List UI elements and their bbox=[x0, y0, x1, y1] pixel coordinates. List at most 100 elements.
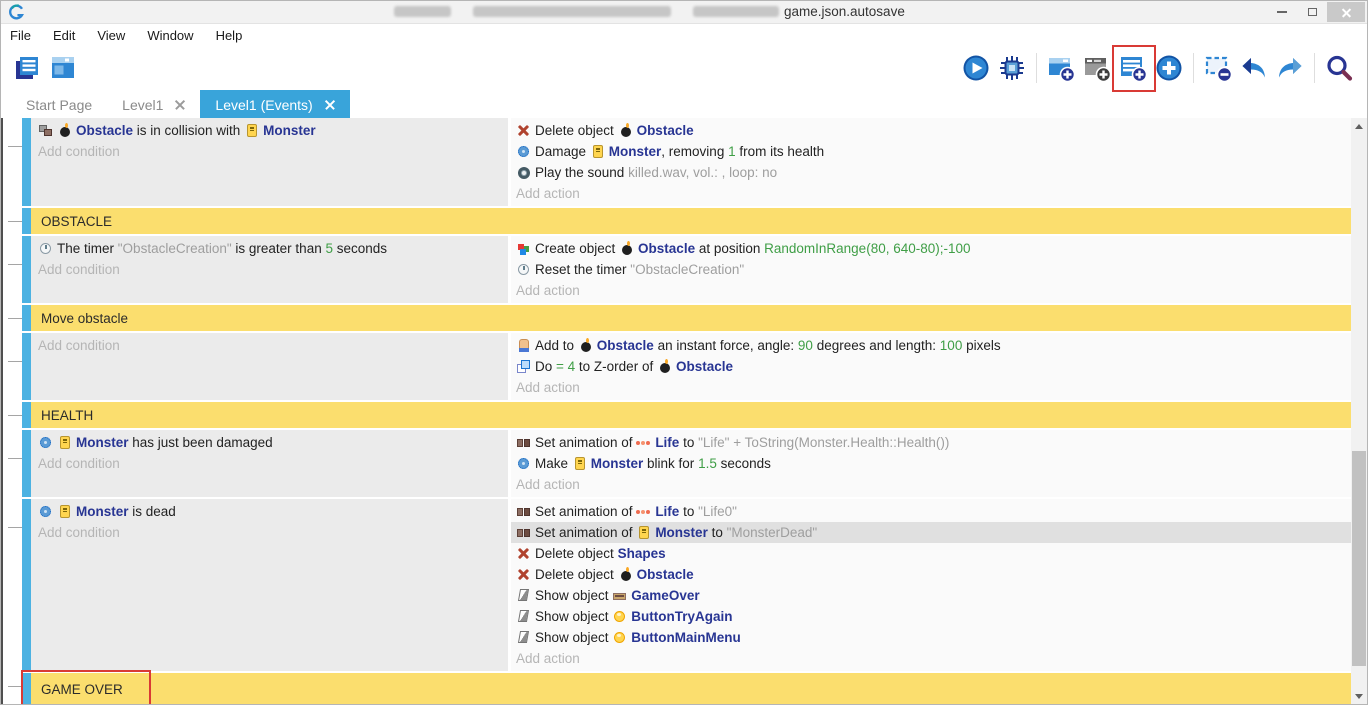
add-object-icon[interactable] bbox=[1154, 53, 1184, 83]
add-condition[interactable]: Add condition bbox=[38, 259, 508, 280]
event-handle-bar[interactable] bbox=[22, 402, 31, 428]
preview-play-icon[interactable] bbox=[961, 53, 991, 83]
tab-start-page[interactable]: Start Page bbox=[11, 90, 107, 119]
condition-line[interactable]: Monster has just been damaged bbox=[38, 432, 508, 453]
event-row: Monster has just been damaged Add conditi… bbox=[22, 430, 1351, 497]
text-segment: seconds bbox=[333, 241, 387, 256]
group-header-obstacle[interactable]: OBSTACLE bbox=[31, 208, 1351, 234]
action-line[interactable]: Create object Obstacle at position Rando… bbox=[516, 238, 1351, 259]
minimize-button[interactable] bbox=[1267, 2, 1297, 22]
event-group-row: GAME OVER bbox=[22, 673, 1351, 704]
scroll-up-arrow[interactable] bbox=[1351, 118, 1367, 134]
redo-icon[interactable] bbox=[1275, 53, 1305, 83]
undo-icon[interactable] bbox=[1239, 53, 1269, 83]
menu-item-help[interactable]: Help bbox=[205, 28, 254, 43]
tab-close-icon[interactable] bbox=[175, 100, 185, 110]
menu-item-window[interactable]: Window bbox=[136, 28, 204, 43]
add-condition[interactable]: Add condition bbox=[38, 141, 508, 162]
action-line[interactable]: Do = 4 to Z-order of Obstacle bbox=[516, 356, 1351, 377]
button-icon bbox=[612, 630, 628, 645]
object-name: Monster bbox=[263, 123, 316, 138]
action-line[interactable]: Show object GameOver bbox=[516, 585, 1351, 606]
action-line[interactable]: Set animation of Monster to "MonsterDead… bbox=[511, 522, 1351, 543]
action-line[interactable]: Delete object Obstacle bbox=[516, 564, 1351, 585]
add-condition[interactable]: Add condition bbox=[38, 522, 508, 543]
redacted-text-blur bbox=[693, 6, 779, 17]
event-handle-bar[interactable] bbox=[22, 499, 31, 671]
action-line[interactable]: Add to Obstacle an instant force, angle:… bbox=[516, 335, 1351, 356]
placeholder-label: Add condition bbox=[38, 456, 120, 471]
add-external-layout-icon[interactable] bbox=[1082, 53, 1112, 83]
placeholder-label: Add condition bbox=[38, 262, 120, 277]
search-icon[interactable] bbox=[1324, 53, 1354, 83]
event-handle-bar[interactable] bbox=[22, 118, 31, 206]
object-name: Obstacle bbox=[637, 123, 694, 138]
text-segment: to Z-order of bbox=[575, 359, 657, 374]
action-line[interactable]: Set animation of Life to "Life0" bbox=[516, 501, 1351, 522]
add-action[interactable]: Add action bbox=[516, 648, 1351, 669]
minimize-icon bbox=[1277, 11, 1287, 13]
debug-icon[interactable] bbox=[997, 53, 1027, 83]
action-line[interactable]: Make Monster blink for 1.5 seconds bbox=[516, 453, 1351, 474]
action-line[interactable]: Show object ButtonMainMenu bbox=[516, 627, 1351, 648]
add-scene-icon[interactable] bbox=[1046, 53, 1076, 83]
monster-icon bbox=[244, 123, 260, 138]
tab-level1-events[interactable]: Level1 (Events) bbox=[200, 90, 349, 119]
menu-item-view[interactable]: View bbox=[86, 28, 136, 43]
toolbar-separator bbox=[1314, 53, 1315, 83]
vertical-scrollbar[interactable] bbox=[1351, 118, 1367, 704]
group-header-health[interactable]: HEALTH bbox=[31, 402, 1351, 428]
add-action[interactable]: Add action bbox=[516, 474, 1351, 495]
text-segment: Set animation of bbox=[535, 435, 636, 450]
event-row: Obstacle is in collision with MonsterAdd… bbox=[22, 118, 1351, 206]
add-external-events-icon[interactable] bbox=[1118, 53, 1148, 83]
placeholder-label: Add action bbox=[516, 380, 580, 395]
text-segment: to bbox=[708, 525, 727, 540]
placeholder-label: Add action bbox=[516, 651, 580, 666]
add-action[interactable]: Add action bbox=[516, 183, 1351, 204]
maximize-button[interactable] bbox=[1297, 2, 1327, 22]
add-action[interactable]: Add action bbox=[516, 280, 1351, 301]
tab-close-icon[interactable] bbox=[325, 100, 335, 110]
condition-line[interactable]: Monster is dead bbox=[38, 501, 508, 522]
bomb-icon bbox=[619, 241, 635, 256]
condition-line[interactable]: Obstacle is in collision with Monster bbox=[38, 120, 508, 141]
remove-selection-icon[interactable] bbox=[1203, 53, 1233, 83]
text-segment: Delete object bbox=[535, 546, 618, 561]
actions-panel: Add to Obstacle an instant force, angle:… bbox=[511, 333, 1351, 400]
start-page-icon[interactable] bbox=[48, 53, 78, 83]
action-line[interactable]: Damage Monster, removing 1 from its heal… bbox=[516, 141, 1351, 162]
project-manager-icon[interactable] bbox=[12, 53, 42, 83]
event-handle-bar[interactable] bbox=[22, 333, 31, 400]
event-handle-bar[interactable] bbox=[22, 305, 31, 331]
group-header-game-over[interactable]: GAME OVER bbox=[31, 673, 1351, 704]
event-handle-bar[interactable] bbox=[22, 236, 31, 303]
create-icon bbox=[516, 241, 532, 256]
tab-level1[interactable]: Level1 bbox=[107, 90, 200, 119]
close-button[interactable] bbox=[1327, 2, 1365, 22]
add-condition[interactable]: Add condition bbox=[38, 453, 508, 474]
add-condition[interactable]: Add condition bbox=[38, 335, 508, 356]
text-segment: Set animation of bbox=[535, 504, 636, 519]
timer-icon bbox=[38, 241, 54, 256]
action-line[interactable]: Reset the timer "ObstacleCreation" bbox=[516, 259, 1351, 280]
scroll-down-arrow[interactable] bbox=[1351, 688, 1367, 704]
condition-line[interactable]: The timer "ObstacleCreation" is greater … bbox=[38, 238, 508, 259]
add-action[interactable]: Add action bbox=[516, 377, 1351, 398]
group-header-move-obstacle[interactable]: Move obstacle bbox=[31, 305, 1351, 331]
action-line[interactable]: Delete object Shapes bbox=[516, 543, 1351, 564]
action-line[interactable]: Show object ButtonTryAgain bbox=[516, 606, 1351, 627]
event-handle-bar[interactable] bbox=[22, 208, 31, 234]
action-line[interactable]: Play the sound killed.wav, vol.: , loop:… bbox=[516, 162, 1351, 183]
menu-item-file[interactable]: File bbox=[1, 28, 42, 43]
action-line[interactable]: Set animation of Life to "Life" + ToStri… bbox=[516, 432, 1351, 453]
life-icon bbox=[636, 435, 652, 450]
action-line[interactable]: Delete object Obstacle bbox=[516, 120, 1351, 141]
event-handle-bar[interactable] bbox=[22, 430, 31, 497]
object-name: Obstacle bbox=[638, 241, 695, 256]
menu-item-edit[interactable]: Edit bbox=[42, 28, 86, 43]
text-segment: Show object bbox=[535, 588, 612, 603]
object-name: GameOver bbox=[631, 588, 699, 603]
actions-panel: Delete object ObstacleDamage Monster, re… bbox=[511, 118, 1351, 206]
scrollbar-thumb[interactable] bbox=[1352, 451, 1366, 666]
